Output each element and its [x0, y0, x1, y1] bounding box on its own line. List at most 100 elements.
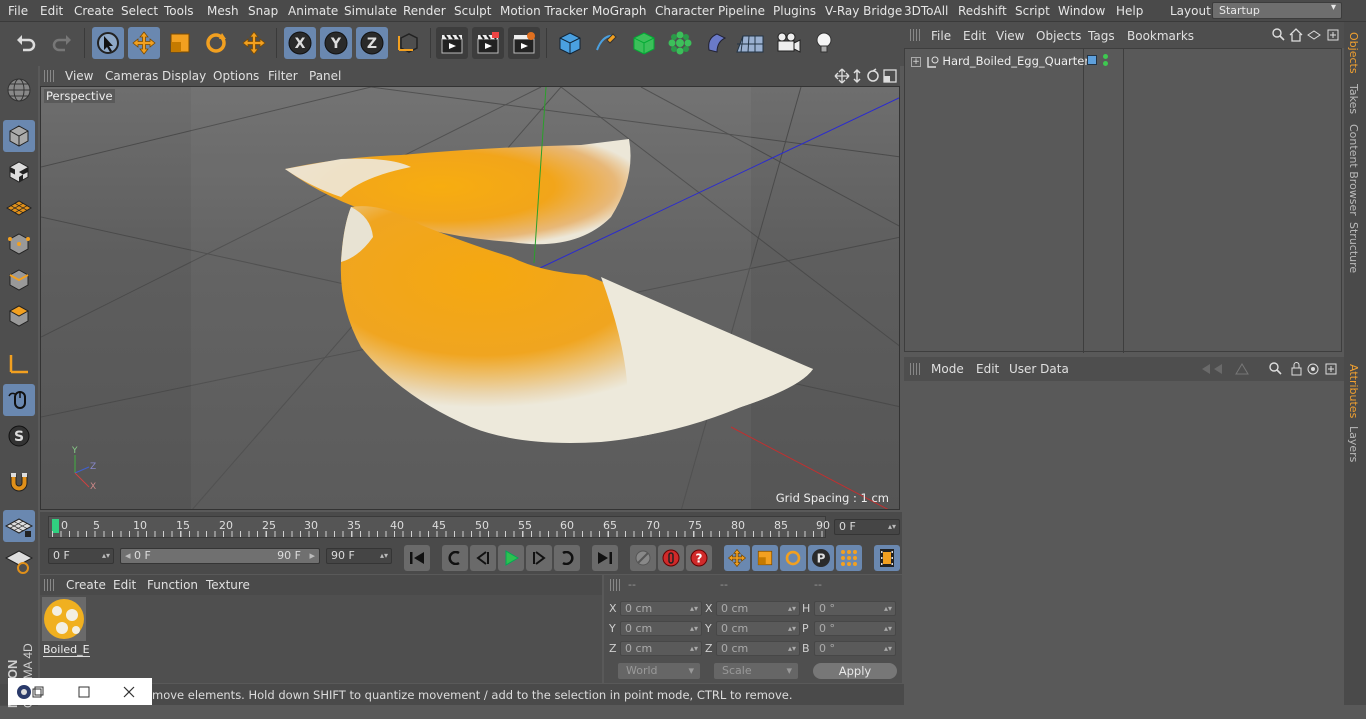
objects-menu-objects[interactable]: Objects: [1036, 29, 1081, 43]
play-button[interactable]: [498, 545, 524, 571]
position-y-field[interactable]: 0 cm ▴▾: [620, 621, 702, 636]
keyframe-parameter-button[interactable]: P: [808, 545, 834, 571]
render-view-button[interactable]: [436, 27, 468, 59]
render-picture-viewer-button[interactable]: [472, 27, 504, 59]
workplane-mode-button[interactable]: [3, 192, 35, 224]
viewport-menu-options[interactable]: Options: [213, 69, 259, 83]
y-axis-button[interactable]: Y: [320, 27, 352, 59]
recent-tool-button[interactable]: [238, 27, 270, 59]
end-frame-field[interactable]: 90 F ▴▾: [326, 548, 392, 564]
layer-color-swatch[interactable]: [1087, 55, 1097, 65]
layout-dropdown[interactable]: Startup ▾: [1212, 2, 1342, 19]
size-z-field[interactable]: 0 cm ▴▾: [716, 641, 800, 656]
menu-help[interactable]: Help: [1116, 4, 1143, 18]
material-menu-texture[interactable]: Texture: [206, 578, 250, 592]
viewport-nav-icons[interactable]: [834, 68, 898, 84]
viewport-menu-cameras[interactable]: Cameras: [105, 69, 158, 83]
current-frame-field[interactable]: 0 F ▴▾: [834, 519, 900, 535]
render-settings-button[interactable]: [508, 27, 540, 59]
timeline-ruler[interactable]: 0 5 10 15 20 25 30 35 40 45 50 55 60 65 …: [48, 516, 830, 538]
menu-mograph[interactable]: MoGraph: [592, 4, 647, 18]
maximize-icon[interactable]: [78, 686, 90, 698]
redo-button[interactable]: [46, 27, 78, 59]
material-menu-edit[interactable]: Edit: [113, 578, 136, 592]
undo-button[interactable]: [10, 27, 42, 59]
subdivision-surface-button[interactable]: [628, 27, 660, 59]
rotation-b-field[interactable]: 0 ° ▴▾: [814, 641, 896, 656]
deformer-button[interactable]: [700, 27, 732, 59]
menu-animate[interactable]: Animate: [288, 4, 338, 18]
menu-vray-bridge[interactable]: V-Ray Bridge: [825, 4, 902, 18]
live-selection-button[interactable]: [92, 27, 124, 59]
texture-mode-button[interactable]: [3, 156, 35, 188]
cube-button[interactable]: [554, 27, 586, 59]
drag-handle-icon[interactable]: [910, 363, 922, 375]
viewport-menu-filter[interactable]: Filter: [268, 69, 298, 83]
menu-simulate[interactable]: Simulate: [344, 4, 397, 18]
tweak-mode-button[interactable]: [3, 384, 35, 416]
position-z-field[interactable]: 0 cm ▴▾: [620, 641, 702, 656]
next-keyframe-button[interactable]: [554, 545, 580, 571]
tab-attributes[interactable]: Attributes: [1347, 364, 1360, 418]
previous-frame-button[interactable]: [470, 545, 496, 571]
menu-create[interactable]: Create: [74, 4, 114, 18]
menu-render[interactable]: Render: [403, 4, 446, 18]
render-visibility-dot[interactable]: [1103, 61, 1108, 66]
3d-viewport[interactable]: Y Z X Perspective Grid Spacing : 1 cm: [40, 86, 900, 510]
attributes-menu-edit[interactable]: Edit: [976, 362, 999, 376]
go-to-start-button[interactable]: [404, 545, 430, 571]
camera-button[interactable]: [772, 27, 804, 59]
workplane-lock-button[interactable]: [3, 510, 35, 542]
cloner-button[interactable]: [664, 27, 696, 59]
frame-range-slider[interactable]: ◂ 0 F 90 F ▸: [120, 548, 320, 564]
tab-content-browser[interactable]: Content Browser: [1347, 124, 1360, 216]
menu-snap[interactable]: Snap: [248, 4, 278, 18]
expand-icon[interactable]: +: [911, 56, 921, 67]
snap-button[interactable]: [3, 466, 35, 498]
viewport-menu-display[interactable]: Display: [162, 69, 206, 83]
objects-menu-file[interactable]: File: [931, 29, 951, 43]
menu-character[interactable]: Character: [655, 4, 714, 18]
editor-visibility-dot[interactable]: [1103, 54, 1108, 59]
solo-button[interactable]: S: [3, 420, 35, 452]
go-to-end-button[interactable]: [592, 545, 618, 571]
size-x-field[interactable]: 0 cm ▴▾: [716, 601, 800, 616]
coordinate-system-button[interactable]: [392, 27, 424, 59]
next-frame-button[interactable]: [526, 545, 552, 571]
restore-icon[interactable]: [32, 686, 44, 698]
keyframe-position-button[interactable]: [724, 545, 750, 571]
record-disabled-button[interactable]: [630, 545, 656, 571]
tab-structure[interactable]: Structure: [1347, 222, 1360, 273]
menu-tools[interactable]: Tools: [164, 4, 194, 18]
objects-menu-tags[interactable]: Tags: [1088, 29, 1115, 43]
drag-handle-icon[interactable]: [610, 579, 622, 591]
object-row[interactable]: + Hard_Boiled_Egg_Quarters: [911, 54, 1095, 69]
coordinate-space-dropdown[interactable]: World ▾: [618, 663, 700, 679]
objects-menu-bookmarks[interactable]: Bookmarks: [1127, 29, 1194, 43]
scale-tool-button[interactable]: [164, 27, 196, 59]
viewport-menu-panel[interactable]: Panel: [309, 69, 341, 83]
menu-sculpt[interactable]: Sculpt: [454, 4, 491, 18]
viewport-menu-view[interactable]: View: [65, 69, 93, 83]
attribute-manager-tools[interactable]: [1200, 362, 1342, 376]
drag-handle-icon[interactable]: [44, 579, 56, 591]
close-icon[interactable]: [123, 686, 135, 698]
material-swatch[interactable]: Boiled_E: [42, 597, 90, 657]
rotate-tool-button[interactable]: [200, 27, 232, 59]
locked-workplane-button[interactable]: [3, 546, 35, 578]
pen-tool-button[interactable]: [590, 27, 622, 59]
enable-axis-button[interactable]: [3, 348, 35, 380]
edges-mode-button[interactable]: [3, 264, 35, 296]
menu-redshift[interactable]: Redshift: [958, 4, 1007, 18]
timeline-window-button[interactable]: [874, 545, 900, 571]
menu-mesh[interactable]: Mesh: [207, 4, 239, 18]
drag-handle-icon[interactable]: [910, 29, 922, 41]
position-x-field[interactable]: 0 cm ▴▾: [620, 601, 702, 616]
attributes-menu-mode[interactable]: Mode: [931, 362, 964, 376]
menu-pipeline[interactable]: Pipeline: [718, 4, 765, 18]
menu-window[interactable]: Window: [1058, 4, 1105, 18]
menu-motion-tracker[interactable]: Motion Tracker: [500, 4, 588, 18]
object-manager-tools[interactable]: [1272, 28, 1342, 42]
size-y-field[interactable]: 0 cm ▴▾: [716, 621, 800, 636]
light-button[interactable]: [808, 27, 840, 59]
